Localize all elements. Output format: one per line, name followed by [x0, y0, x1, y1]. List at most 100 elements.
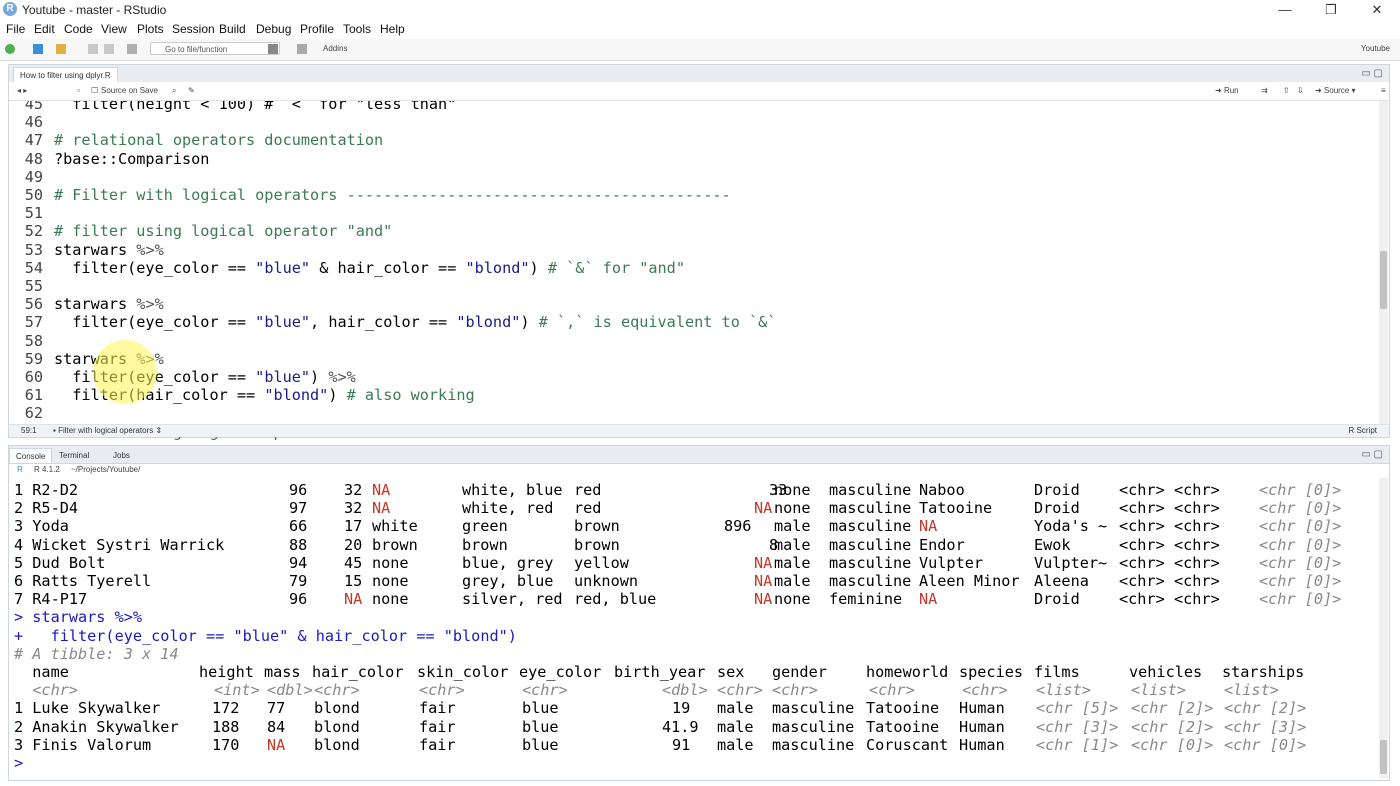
- code-text: filter(height < 100) # `<` for "less tha…: [54, 101, 456, 113]
- menu-help[interactable]: Help: [380, 22, 405, 36]
- console-cell: male: [774, 535, 811, 554]
- go-to-file-input[interactable]: Go to file/function: [150, 42, 280, 55]
- grid-layout-icon[interactable]: [297, 44, 307, 54]
- console-cell: <chr>: [14, 681, 79, 700]
- menu-session[interactable]: Session: [172, 22, 215, 36]
- console-cell: 896: [724, 517, 752, 536]
- console-cell: blue: [522, 699, 559, 718]
- console-cell: 1 R2-D2: [14, 481, 79, 499]
- console-cell: blue, grey: [462, 553, 554, 572]
- source-button[interactable]: ➜ Source ▾: [1315, 86, 1356, 95]
- main-toolbar: Go to file/function Addins Youtube: [0, 39, 1400, 61]
- console-cell: male: [774, 553, 811, 572]
- console-cell: <chr [0]>: [1259, 572, 1342, 590]
- console-cell: <chr>: [1119, 499, 1165, 518]
- console-cell: 79: [289, 572, 308, 590]
- new-file-icon[interactable]: [5, 44, 15, 54]
- code-text: # filter using logical operator "and": [54, 222, 392, 240]
- rerun-icon[interactable]: ⇉: [1261, 86, 1268, 95]
- console-cell: <chr>: [1174, 553, 1220, 572]
- search-icon[interactable]: ⌕: [172, 86, 176, 96]
- section-navigator[interactable]: ▪ Filter with logical operators ⇕: [53, 426, 162, 435]
- maximize-button[interactable]: ❐: [1308, 0, 1354, 20]
- tab-jobs[interactable]: Jobs: [107, 448, 136, 463]
- console-minmax-icon[interactable]: ▭ ▢: [1361, 449, 1383, 460]
- console-cell: 17: [344, 517, 363, 536]
- open-file-icon[interactable]: [56, 44, 66, 54]
- tab-terminal[interactable]: Terminal: [53, 448, 95, 463]
- console-cell: unknown: [574, 572, 639, 590]
- git-icon[interactable]: [268, 44, 278, 54]
- outline-icon[interactable]: ≡: [1381, 86, 1386, 95]
- menu-tools[interactable]: Tools: [343, 22, 371, 36]
- code-text: filter(eye_color == "blue", hair_color =…: [54, 313, 776, 331]
- menu-code[interactable]: Code: [64, 22, 93, 36]
- addins-dropdown[interactable]: Addins: [323, 44, 347, 53]
- console-header: R R 4.1.2 ~/Projects/Youtube/: [9, 463, 1389, 477]
- console-cell: 96: [289, 590, 308, 609]
- menu-profile[interactable]: Profile: [300, 22, 334, 36]
- save-all-icon[interactable]: [104, 44, 114, 54]
- close-button[interactable]: ✕: [1354, 0, 1400, 20]
- down-arrow-icon[interactable]: ⇩: [1297, 86, 1304, 95]
- save-icon[interactable]: [88, 44, 98, 54]
- wand-icon[interactable]: ✎: [188, 86, 195, 95]
- console-cell: <int>: [214, 681, 260, 700]
- console-cell: 19: [672, 699, 691, 718]
- console-cell: hair_color: [312, 663, 404, 681]
- tab-console[interactable]: Console: [9, 448, 53, 463]
- menu-build[interactable]: Build: [219, 22, 246, 36]
- code-token: starwars: [54, 295, 137, 314]
- menu-debug[interactable]: Debug: [256, 22, 291, 36]
- code-token: "blue": [255, 368, 311, 386]
- minimize-button[interactable]: —: [1262, 0, 1308, 20]
- editor-tabstrip: How to filter using dplyr.R ▭ ▢: [9, 65, 1389, 83]
- editor-scrollbar[interactable]: [1379, 101, 1388, 425]
- run-button[interactable]: ➜ Run: [1215, 86, 1239, 95]
- project-menu[interactable]: Youtube: [1361, 44, 1390, 53]
- console-cell: NA: [754, 590, 773, 609]
- source-label: Source: [1323, 86, 1350, 95]
- working-directory[interactable]: ~/Projects/Youtube/: [71, 465, 140, 474]
- console-cell: masculine: [772, 699, 855, 718]
- source-on-save-checkbox[interactable]: ☐: [91, 86, 98, 95]
- new-project-icon[interactable]: [33, 44, 43, 54]
- console-cell: birth_year: [614, 663, 706, 681]
- console-cell: 20: [344, 535, 363, 554]
- console-cell: blue: [522, 717, 559, 736]
- console-cell: <chr [2]>: [1131, 699, 1214, 718]
- console-cell: <chr [0]>: [1259, 535, 1342, 554]
- console-cell: Tatooine: [919, 499, 993, 518]
- menu-file[interactable]: File: [6, 22, 25, 36]
- up-arrow-icon[interactable]: ⇧: [1283, 86, 1290, 95]
- editor-scroll-thumb[interactable]: [1380, 251, 1387, 309]
- code-text: filter(eye_color == "blue" & hair_color …: [54, 259, 685, 277]
- code-token: filter(hair_color ==: [54, 386, 265, 405]
- file-type-selector[interactable]: R Script: [1349, 426, 1377, 435]
- menu-view[interactable]: View: [101, 22, 127, 36]
- pane-minmax-icon[interactable]: ▭ ▢: [1361, 68, 1383, 79]
- console-cell: red: [574, 499, 602, 518]
- tab-editor-file[interactable]: How to filter using dplyr.R: [13, 67, 118, 82]
- console-pane: Console Terminal Jobs ▭ ▢ R R 4.1.2 ~/Pr…: [8, 445, 1390, 781]
- console-scroll-thumb[interactable]: [1380, 740, 1387, 774]
- back-forward-icon[interactable]: ◂ ▸: [17, 86, 27, 95]
- console-cell: <chr [1]>: [1036, 735, 1119, 754]
- menu-plots[interactable]: Plots: [137, 22, 164, 36]
- code-token: %>%: [136, 240, 164, 259]
- line-number: 45: [24, 101, 43, 113]
- console-cell: <dbl>: [662, 681, 708, 700]
- code-token: "blue": [255, 258, 311, 277]
- console-cell: + filter(eye_color == "blue" & hair_colo…: [14, 626, 517, 645]
- save-file-icon[interactable]: ▫: [77, 86, 80, 95]
- console-cell: <chr [2]>: [1224, 699, 1307, 718]
- console-output[interactable]: 1 R2-D2 96 32 NA white, blue red 33 none masculi…: [9, 478, 1379, 784]
- console-cell: sex: [717, 663, 745, 681]
- menu-edit[interactable]: Edit: [34, 22, 55, 36]
- console-cell: <chr>: [1174, 590, 1220, 609]
- print-icon[interactable]: [127, 44, 137, 54]
- code-text: # relational operators documentation: [54, 131, 383, 149]
- console-scrollbar[interactable]: [1379, 478, 1388, 778]
- console-cell: <chr [5]>: [1036, 699, 1119, 718]
- console-cell: NA: [372, 499, 391, 518]
